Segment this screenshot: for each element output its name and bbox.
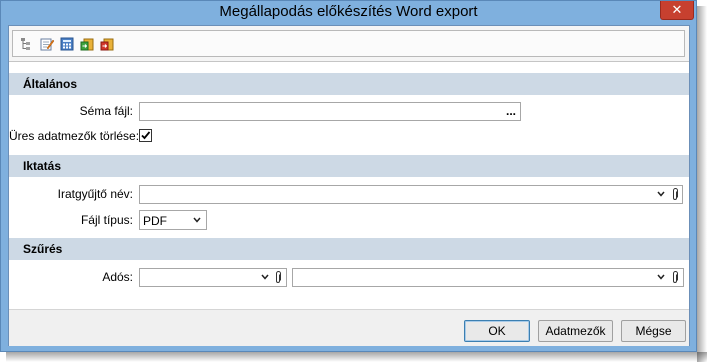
tree-icon[interactable] [20, 37, 34, 51]
chevron-down-icon[interactable] [657, 273, 665, 281]
export-green-icon[interactable] [80, 37, 94, 51]
edit-icon[interactable] [40, 37, 54, 51]
toolbar [9, 26, 689, 62]
ok-button[interactable]: OK [464, 320, 530, 342]
section-filter-title: Szűrés [23, 242, 63, 256]
clear-empty-fields-checkbox[interactable] [139, 129, 152, 142]
window-shadow-bottom [6, 352, 707, 362]
title-bar[interactable]: Megállapodás előkészítés Word export ✕ [1, 1, 696, 25]
checkmark-icon [141, 131, 151, 140]
section-filing-title: Iktatás [23, 159, 62, 173]
dialog-window: Megállapodás előkészítés Word export ✕ Á… [0, 0, 697, 352]
export-red-icon[interactable] [100, 37, 114, 51]
chevron-down-icon[interactable] [193, 216, 201, 224]
browse-button[interactable]: ... [506, 104, 516, 118]
dialog-client: Általános Séma fájl: ... Üres adatmezők … [8, 25, 690, 346]
clear-empty-fields-label: Üres adatmezők törlése: [9, 129, 140, 143]
folder-name-combo[interactable] [139, 185, 683, 204]
paperclip-icon[interactable] [274, 271, 282, 284]
cancel-button[interactable]: Mégse [621, 320, 686, 342]
section-filter-header: Szűrés [9, 238, 689, 260]
calculator-icon[interactable] [60, 37, 74, 51]
window-title: Megállapodás előkészítés Word export [219, 3, 478, 20]
section-filing-header: Iktatás [9, 155, 689, 177]
toolbar-strip [12, 30, 685, 57]
chevron-down-icon[interactable] [261, 273, 269, 281]
paperclip-icon[interactable] [671, 271, 679, 284]
folder-name-label: Iratgyűjtő név: [57, 187, 133, 201]
chevron-down-icon[interactable] [657, 190, 665, 198]
dialog-footer: OK Adatmezők Mégse [9, 309, 689, 346]
window-shadow-right [697, 6, 707, 362]
schema-file-input[interactable]: ... [139, 102, 521, 121]
schema-file-label: Séma fájl: [79, 104, 133, 118]
section-general-title: Általános [23, 77, 78, 91]
file-type-label: Fájl típus: [80, 213, 133, 227]
paperclip-icon[interactable] [671, 188, 679, 201]
file-type-value: PDF [143, 214, 167, 228]
close-button[interactable]: ✕ [660, 1, 694, 20]
section-general-header: Általános [9, 73, 689, 95]
debtor-combo-secondary[interactable] [292, 268, 684, 287]
debtor-combo-primary[interactable] [139, 268, 287, 287]
debtor-label: Adós: [102, 270, 133, 284]
file-type-select[interactable]: PDF [139, 210, 207, 230]
fields-button[interactable]: Adatmezők [538, 320, 613, 342]
